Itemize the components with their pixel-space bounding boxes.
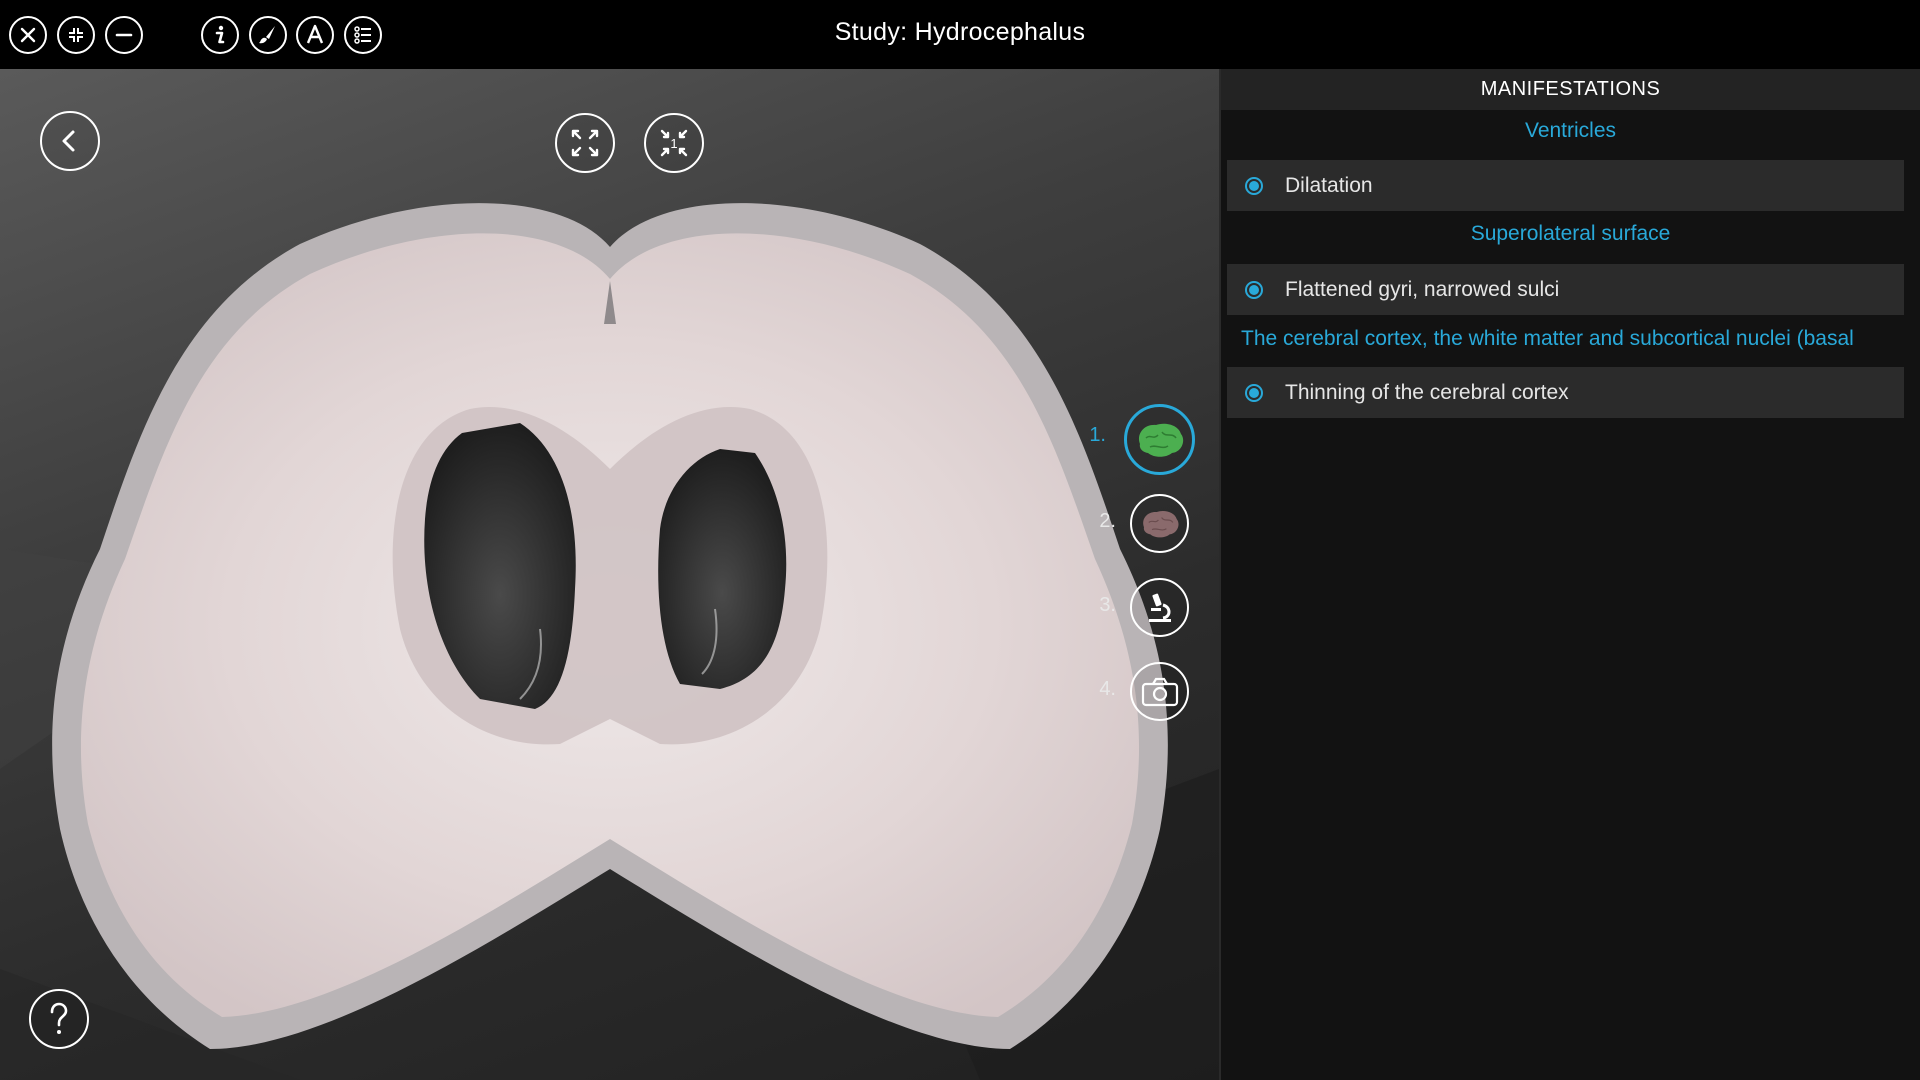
section-title-cerebral-cortex: The cerebral cortex, the white matter an…	[1241, 327, 1854, 350]
microscope-icon	[1148, 593, 1171, 622]
expand-icon	[571, 129, 599, 157]
mode-number-3: 3.	[1099, 594, 1116, 616]
compress-icon: 1	[660, 129, 688, 157]
manifestation-label: Dilatation	[1285, 173, 1373, 197]
section-title-ventricles: Ventricles	[1524, 119, 1617, 142]
mode-button-green-brain[interactable]	[1124, 404, 1195, 475]
question-mark-icon	[50, 1002, 68, 1034]
title-bar: Study: Hydrocephalus	[0, 0, 1920, 69]
mode-button-microscope[interactable]	[1130, 578, 1189, 637]
window-title: Study: Hydrocephalus	[834, 18, 1086, 46]
chevron-left-icon	[62, 130, 75, 152]
help-button[interactable]	[29, 989, 89, 1049]
mode-button-camera[interactable]	[1130, 662, 1189, 721]
mode-number-2: 2.	[1099, 510, 1116, 532]
manifestation-item-dilatation[interactable]: Dilatation	[1227, 160, 1904, 211]
manifestation-label: Thinning of the cerebral cortex	[1285, 380, 1569, 404]
manifestation-label: Flattened gyri, narrowed sulci	[1285, 277, 1560, 301]
brain-pink-icon	[1142, 510, 1179, 537]
mode-number-4: 4.	[1099, 678, 1116, 700]
back-button[interactable]	[40, 111, 100, 171]
radio-icon	[1245, 280, 1263, 299]
manifestation-item-flattened-gyri[interactable]: Flattened gyri, narrowed sulci	[1227, 264, 1904, 315]
fit-view-button[interactable]: 1	[644, 113, 704, 173]
radio-icon	[1245, 383, 1263, 402]
fullscreen-button[interactable]	[555, 113, 615, 173]
panel-header: MANIFESTATIONS	[1221, 69, 1920, 110]
3d-viewport[interactable]: 1 1. 2. 3. 4.	[0, 69, 1219, 1080]
camera-icon	[1141, 677, 1178, 706]
fit-view-badge: 1	[670, 136, 677, 151]
mode-number-1: 1.	[1089, 424, 1106, 446]
mode-button-pink-brain[interactable]	[1130, 494, 1189, 553]
manifestation-item-thinning-cortex[interactable]: Thinning of the cerebral cortex	[1227, 367, 1904, 418]
brain-green-icon	[1138, 423, 1183, 457]
brain-section-model[interactable]	[0, 69, 1219, 1080]
section-title-superolateral: Superolateral surface	[1470, 222, 1671, 245]
manifestations-panel: MANIFESTATIONS Ventricles Dilatation Sup…	[1219, 69, 1920, 1080]
radio-icon	[1245, 176, 1263, 195]
